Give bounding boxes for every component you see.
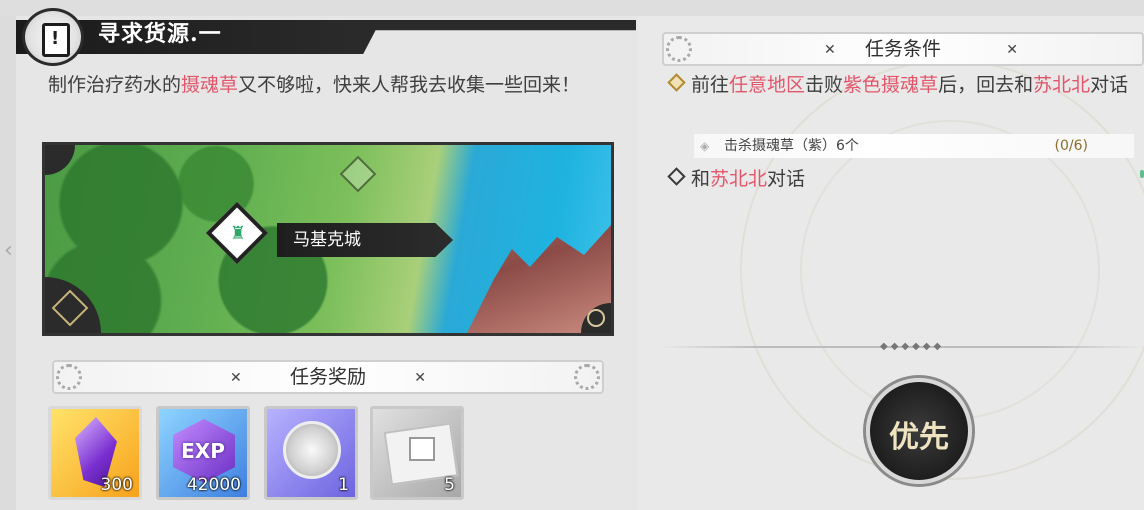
req2-highlight-npc: 苏北北 — [710, 168, 768, 190]
progress-text: 击杀摄魂草（紫）6个 — [724, 138, 859, 154]
map-location-label[interactable]: 马基克城 — [277, 223, 453, 257]
req1-text: 后，回去和 — [938, 74, 1034, 96]
kill-progress-row: ◈ 击杀摄魂草（紫）6个 (0/6) — [694, 134, 1134, 158]
quest-scroll-icon — [22, 8, 84, 66]
reward-item-scroll[interactable]: 5 — [370, 406, 464, 500]
quest-map[interactable]: ♜ 马基克城 — [42, 142, 614, 336]
requirement-2: 和苏北北对话 — [667, 164, 806, 194]
req2-text: 对话 — [767, 168, 806, 190]
desc-highlight-item: 摄魂草 — [181, 74, 239, 96]
diamond-bullet-icon — [667, 73, 686, 92]
quest-description: 制作治疗药水的摄魂草又不够啦，快来人帮我去收集一些回来！ — [48, 72, 608, 98]
castle-icon: ♜ — [229, 223, 247, 244]
req1-highlight-npc: 苏北北 — [1033, 74, 1091, 96]
progress-value: (0/6) — [1054, 138, 1088, 154]
reward-qty: 300 — [100, 475, 133, 495]
conditions-title: 任务条件 — [864, 38, 941, 60]
priority-label: 优先 — [889, 420, 949, 455]
reward-item-exp[interactable]: EXP 42000 — [156, 406, 250, 500]
reward-qty: 42000 — [186, 475, 241, 495]
req2-text: 和 — [691, 168, 711, 190]
sun-icon — [587, 309, 605, 327]
magic-circle-inner-decoration — [800, 120, 1100, 420]
exp-label: EXP — [181, 439, 225, 463]
conditions-banner: ✕ ✕ 任务条件 — [662, 32, 1144, 66]
req1-highlight-region: 任意地区 — [729, 74, 806, 96]
req1-text: 前往 — [691, 74, 730, 96]
top-strip — [0, 0, 1144, 16]
diamond-bullet-icon — [667, 167, 686, 186]
rewards-title: 任务奖励 — [289, 366, 366, 388]
reward-qty: 1 — [338, 475, 349, 495]
desc-text-1: 制作治疗药水的 — [48, 74, 182, 96]
divider-ornament-icon: ◆◆◆◆◆◆ — [880, 341, 945, 352]
silver-coin-icon — [283, 421, 341, 479]
req1-text: 对话 — [1090, 74, 1129, 96]
requirement-1: 前往任意地区击败紫色摄魂草后，回去和苏北北对话 — [667, 70, 1136, 100]
shirt-icon — [409, 437, 435, 461]
reward-item-crystal[interactable]: 300 — [48, 406, 142, 500]
req1-highlight-enemy: 紫色摄魂草 — [843, 74, 939, 96]
map-mountain — [467, 225, 611, 333]
side-indicator — [1140, 170, 1144, 178]
reward-item-coin[interactable]: 1 — [264, 406, 358, 500]
priority-button[interactable]: 优先 — [866, 378, 972, 484]
quest-title: 寻求货源.一 — [98, 21, 222, 47]
rewards-banner: ✕ ✕ 任务奖励 — [52, 360, 604, 394]
progress-ornament-icon: ◈ — [700, 139, 710, 153]
reward-qty: 5 — [444, 475, 455, 495]
chevron-left-icon[interactable]: ‹ — [4, 238, 13, 263]
desc-text-2: 又不够啦，快来人帮我去收集一些回来！ — [238, 74, 581, 96]
req1-text: 击败 — [805, 74, 844, 96]
